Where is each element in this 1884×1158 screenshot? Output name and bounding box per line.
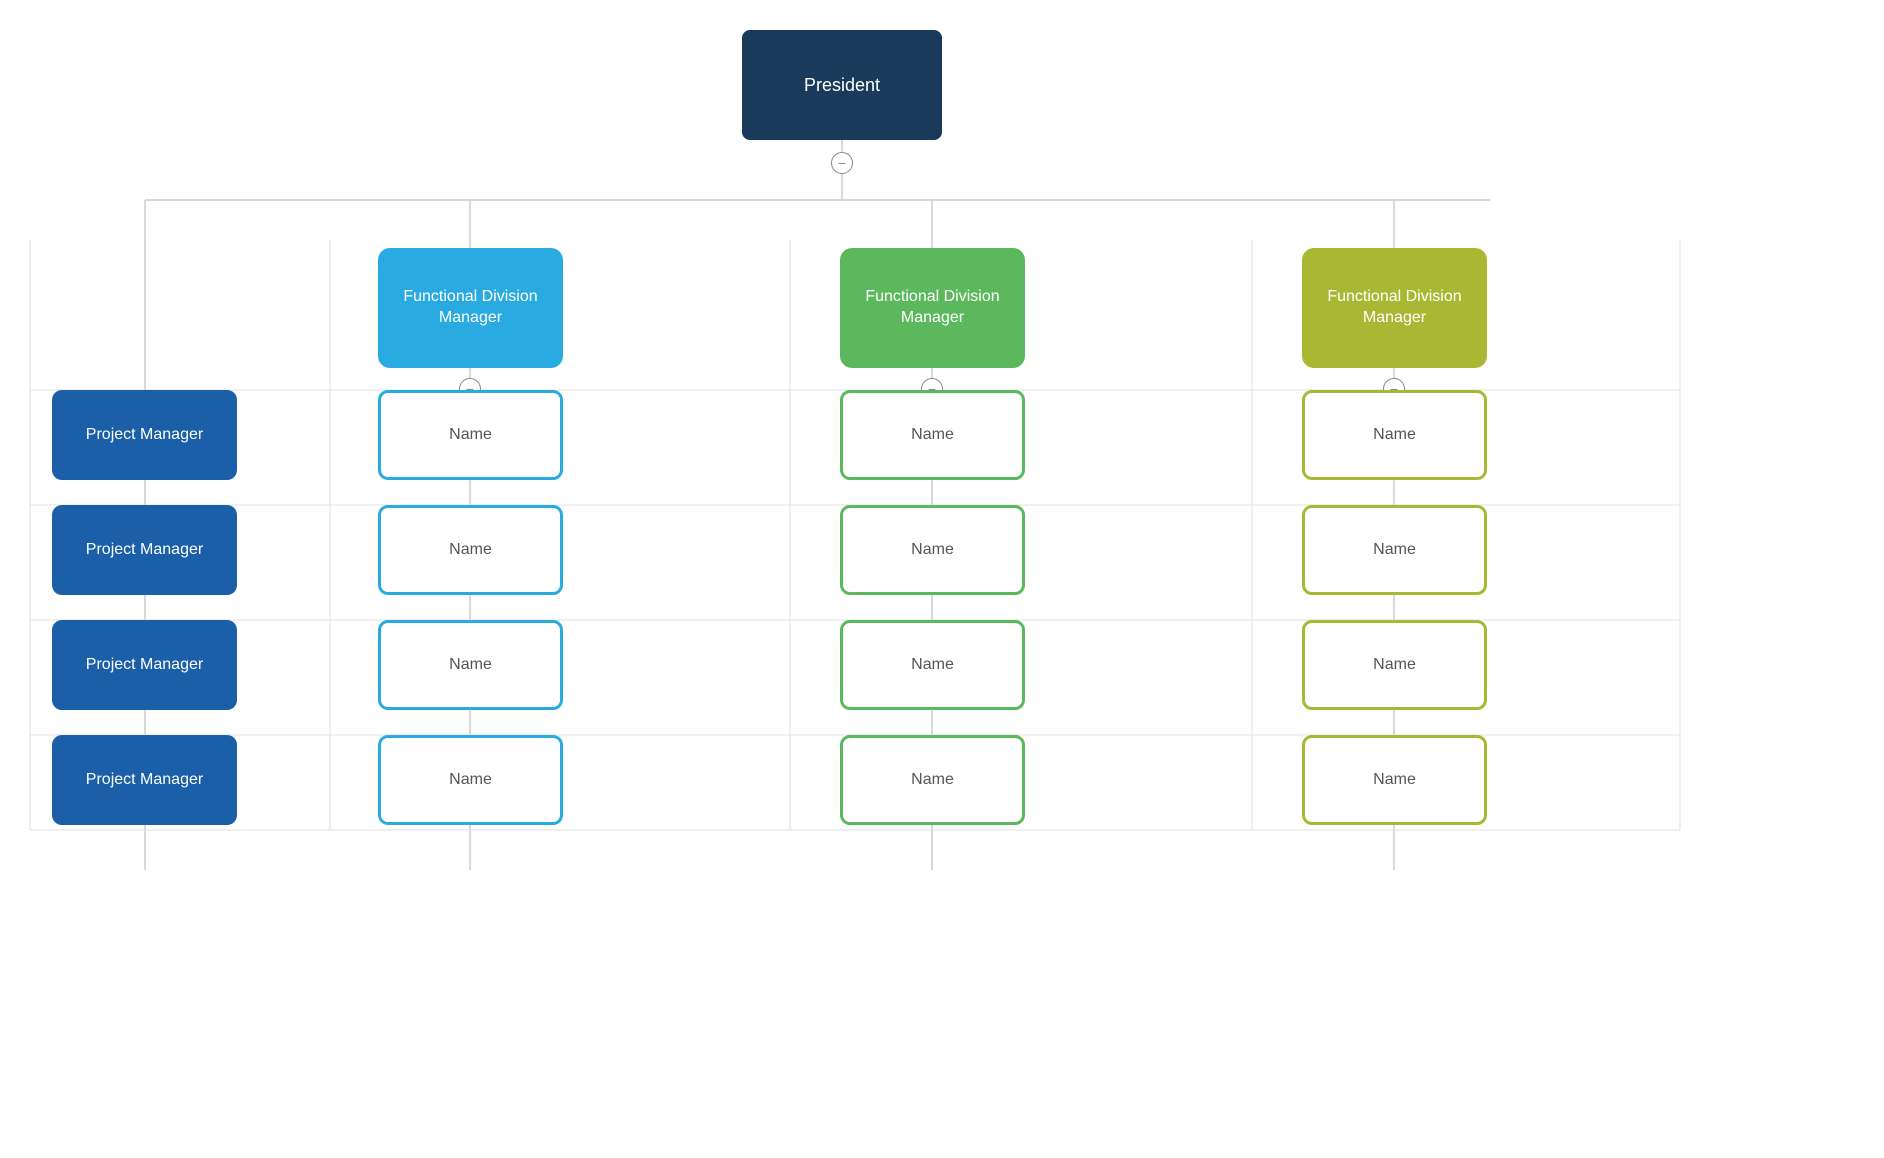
pm-node-4: Project Manager <box>52 735 237 825</box>
name-box-yellow-4: Name <box>1302 735 1487 825</box>
pm-node-2: Project Manager <box>52 505 237 595</box>
name-box-blue-3: Name <box>378 620 563 710</box>
org-chart: President − Functional DivisionManager −… <box>0 0 1884 1158</box>
pm-node-1: Project Manager <box>52 390 237 480</box>
president-label: President <box>804 75 880 96</box>
president-collapse-icon[interactable]: − <box>831 152 853 174</box>
name-box-green-4: Name <box>840 735 1025 825</box>
name-blue-2-label: Name <box>449 541 492 559</box>
pm2-label: Project Manager <box>86 541 203 559</box>
name-box-green-2: Name <box>840 505 1025 595</box>
name-box-blue-4: Name <box>378 735 563 825</box>
name-box-blue-2: Name <box>378 505 563 595</box>
name-box-green-1: Name <box>840 390 1025 480</box>
name-green-4-label: Name <box>911 771 954 789</box>
fdm1-label: Functional DivisionManager <box>403 287 537 329</box>
name-green-1-label: Name <box>911 426 954 444</box>
name-box-blue-1: Name <box>378 390 563 480</box>
name-blue-4-label: Name <box>449 771 492 789</box>
name-box-green-3: Name <box>840 620 1025 710</box>
fdm-node-3: Functional DivisionManager <box>1302 248 1487 368</box>
fdm3-label: Functional DivisionManager <box>1327 287 1461 329</box>
fdm-node-2: Functional DivisionManager <box>840 248 1025 368</box>
pm3-label: Project Manager <box>86 656 203 674</box>
name-green-3-label: Name <box>911 656 954 674</box>
president-node: President <box>742 30 942 140</box>
pm4-label: Project Manager <box>86 771 203 789</box>
name-yellow-4-label: Name <box>1373 771 1416 789</box>
name-box-yellow-1: Name <box>1302 390 1487 480</box>
fdm2-label: Functional DivisionManager <box>865 287 999 329</box>
name-yellow-2-label: Name <box>1373 541 1416 559</box>
fdm-node-1: Functional DivisionManager <box>378 248 563 368</box>
name-blue-3-label: Name <box>449 656 492 674</box>
name-yellow-1-label: Name <box>1373 426 1416 444</box>
name-box-yellow-2: Name <box>1302 505 1487 595</box>
pm1-label: Project Manager <box>86 426 203 444</box>
name-box-yellow-3: Name <box>1302 620 1487 710</box>
pm-node-3: Project Manager <box>52 620 237 710</box>
name-green-2-label: Name <box>911 541 954 559</box>
name-yellow-3-label: Name <box>1373 656 1416 674</box>
name-blue-1-label: Name <box>449 426 492 444</box>
